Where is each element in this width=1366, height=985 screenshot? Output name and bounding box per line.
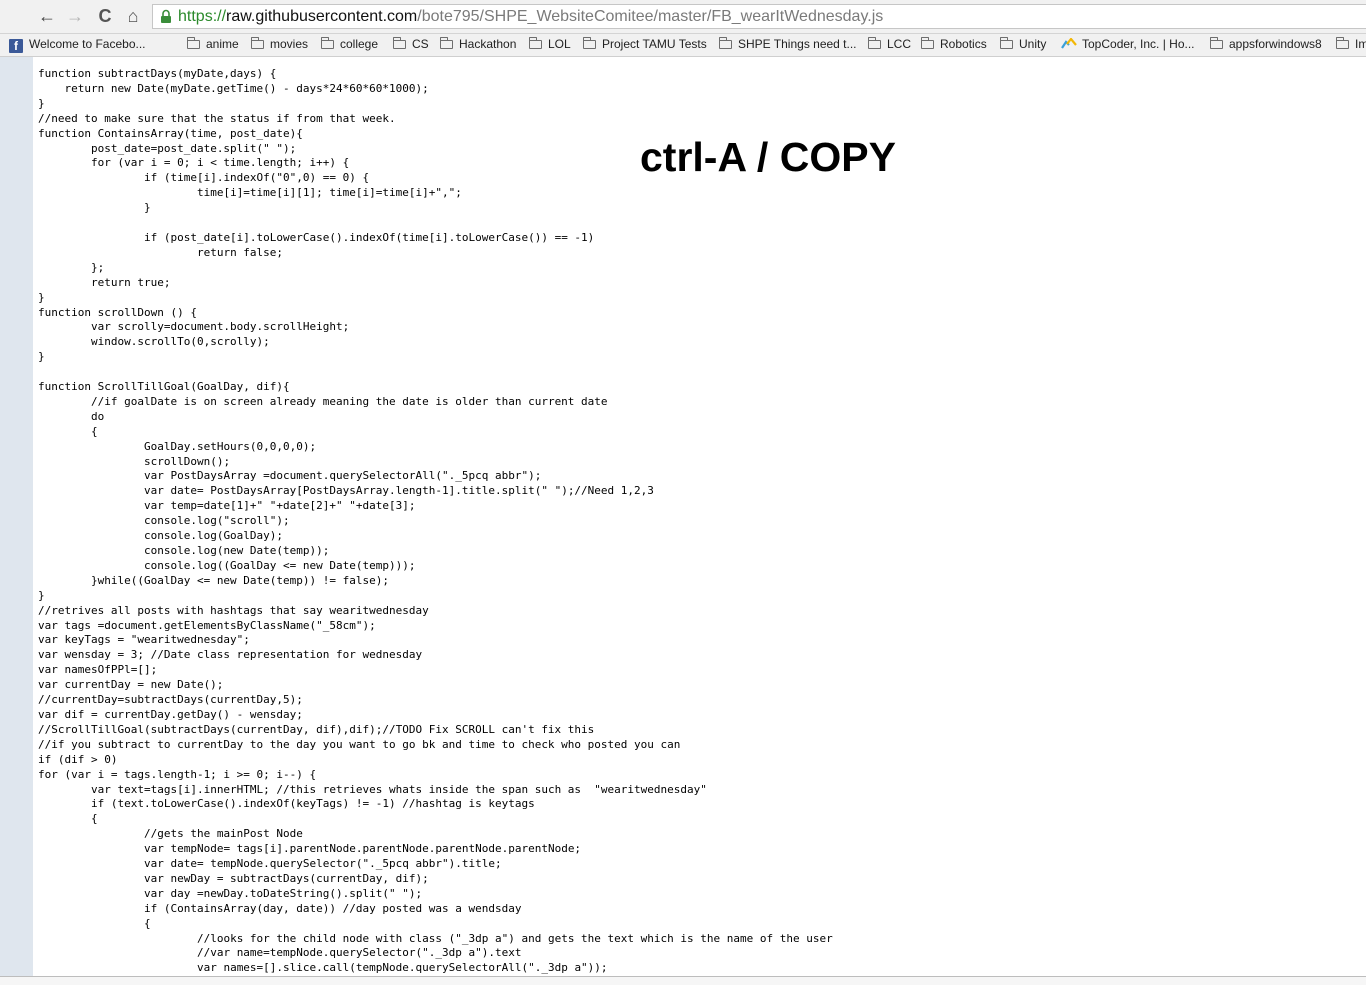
bookmark-folder-project-tamu[interactable]: Project TAMU Tests xyxy=(582,34,707,56)
bookmark-label: Hackathon xyxy=(459,37,517,51)
bookmark-folder-college[interactable]: college xyxy=(320,34,379,56)
bookmark-facebook[interactable]: f Welcome to Facebo... xyxy=(9,34,146,56)
back-button[interactable]: ← xyxy=(36,5,58,27)
reload-button[interactable]: C xyxy=(94,5,116,27)
folder-icon xyxy=(582,37,596,49)
bookmark-label: TopCoder, Inc. | Ho... xyxy=(1082,37,1195,51)
folder-icon xyxy=(867,37,881,49)
bookmark-label: Welcome to Facebo... xyxy=(29,37,146,51)
folder-icon xyxy=(392,37,406,49)
reload-icon: C xyxy=(98,6,112,26)
forward-arrow-icon: → xyxy=(66,6,84,26)
folder-icon xyxy=(718,37,732,49)
folder-icon xyxy=(186,37,200,49)
topcoder-icon xyxy=(1061,38,1077,49)
bookmark-label: Robotics xyxy=(940,37,987,51)
bookmark-topcoder[interactable]: TopCoder, Inc. | Ho... xyxy=(1061,34,1195,56)
folder-icon xyxy=(999,37,1013,49)
bookmark-folder-cs[interactable]: CS xyxy=(392,34,429,56)
url-path: /bote795/SHPE_WebsiteComitee/master/FB_w… xyxy=(417,8,884,25)
address-bar[interactable]: https://raw.githubusercontent.com/bote79… xyxy=(152,4,1366,29)
bookmark-folder-shpe[interactable]: SHPE Things need t... xyxy=(718,34,857,56)
bookmark-folder-lcc[interactable]: LCC xyxy=(867,34,912,56)
folder-icon xyxy=(1335,37,1349,49)
url-text[interactable]: https://raw.githubusercontent.com/bote79… xyxy=(178,8,883,26)
bookmark-label: Im xyxy=(1355,37,1366,51)
bookmark-label: movies xyxy=(270,37,309,51)
overlay-annotation: ctrl-A / COPY xyxy=(640,134,896,180)
bookmark-label: LCC xyxy=(887,37,912,51)
url-host: raw.githubusercontent.com xyxy=(226,8,418,25)
bookmark-label: college xyxy=(340,37,379,51)
folder-icon xyxy=(528,37,542,49)
bookmark-folder-anime[interactable]: anime xyxy=(186,34,239,56)
bookmark-folder-im[interactable]: Im xyxy=(1335,34,1366,56)
bookmark-folder-lol[interactable]: LOL xyxy=(528,34,571,56)
facebook-icon: f xyxy=(9,39,23,53)
back-arrow-icon: ← xyxy=(38,6,56,26)
bookmark-folder-unity[interactable]: Unity xyxy=(999,34,1047,56)
forward-button[interactable]: → xyxy=(64,5,86,27)
folder-icon xyxy=(1209,37,1223,49)
bookmark-label: CS xyxy=(412,37,429,51)
bookmark-label: Unity xyxy=(1019,37,1047,51)
bookmark-folder-appsforwindows8[interactable]: appsforwindows8 xyxy=(1209,34,1322,56)
folder-icon xyxy=(439,37,453,49)
bookmark-label: anime xyxy=(206,37,239,51)
bookmark-folder-hackathon[interactable]: Hackathon xyxy=(439,34,517,56)
url-scheme: https:// xyxy=(178,8,227,25)
bookmark-folder-robotics[interactable]: Robotics xyxy=(920,34,987,56)
home-icon: ⌂ xyxy=(127,6,139,26)
home-button[interactable]: ⌂ xyxy=(122,5,144,27)
lock-icon xyxy=(161,9,171,23)
bookmark-folder-movies[interactable]: movies xyxy=(250,34,309,56)
page-content: function subtractDays(myDate,days) { ret… xyxy=(33,57,1366,976)
bookmark-label: Project TAMU Tests xyxy=(602,37,707,51)
browser-toolbar: ← → C ⌂ https://raw.githubusercontent.co… xyxy=(0,0,1366,34)
bookmark-label: appsforwindows8 xyxy=(1229,37,1322,51)
bookmarks-bar: f Welcome to Facebo... anime movies colle… xyxy=(0,34,1366,57)
bookmark-label: SHPE Things need t... xyxy=(738,37,857,51)
folder-icon xyxy=(250,37,264,49)
bookmark-label: LOL xyxy=(548,37,571,51)
folder-icon xyxy=(920,37,934,49)
folder-icon xyxy=(320,37,334,49)
raw-source-code: function subtractDays(myDate,days) { ret… xyxy=(38,67,833,975)
